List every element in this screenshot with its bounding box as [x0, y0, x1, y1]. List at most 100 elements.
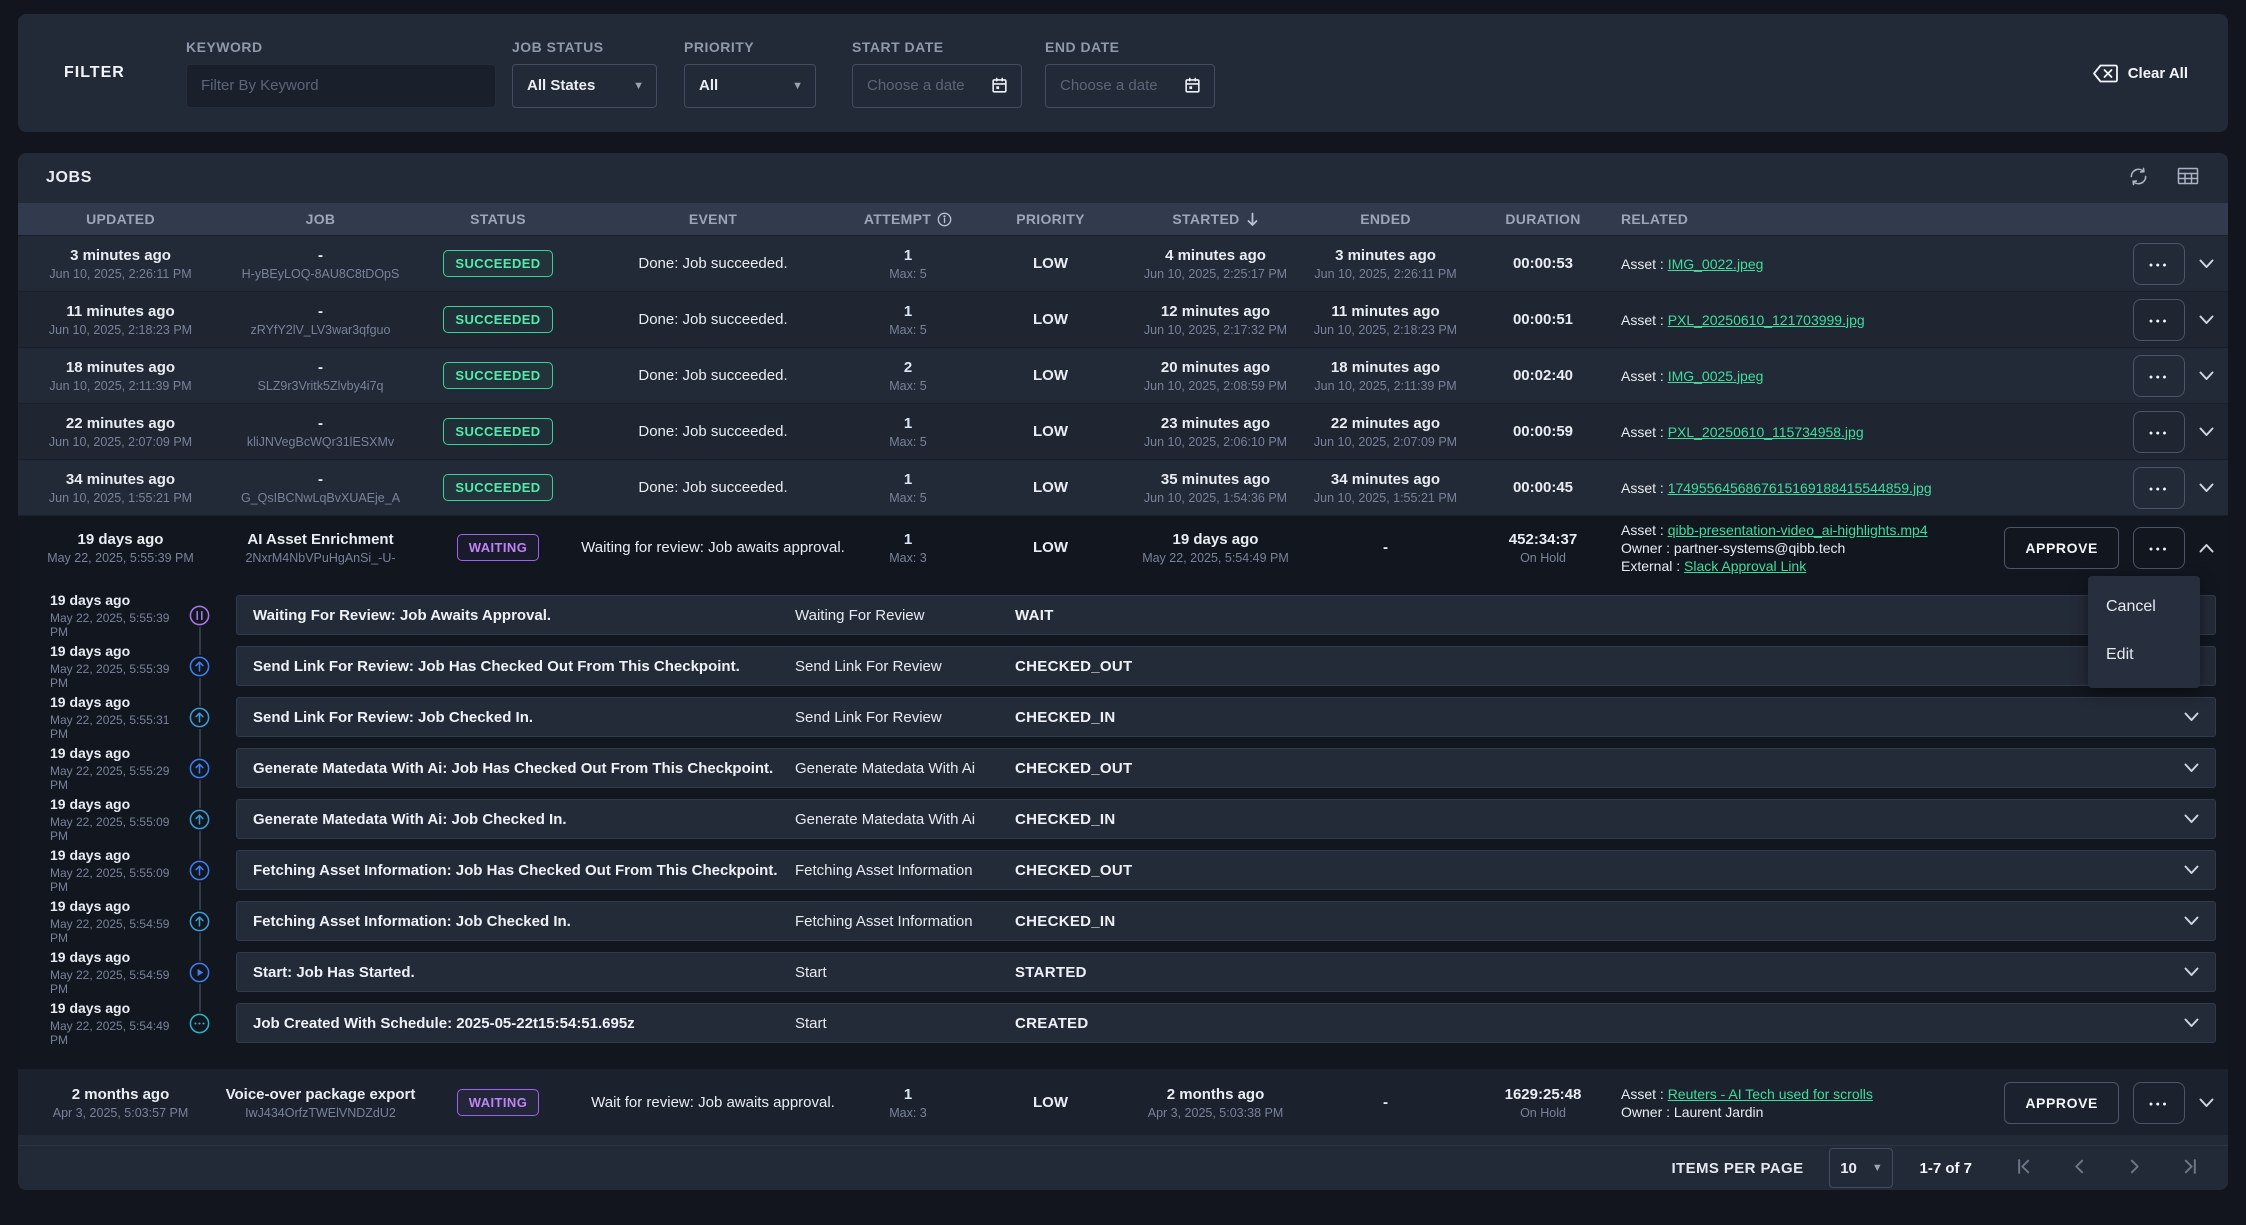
event-time-absolute: May 22, 2025, 5:55:39 PM — [50, 611, 174, 639]
duration-cell: 00:00:45 — [1473, 479, 1613, 496]
ended-cell-secondary: Jun 10, 2025, 2:07:09 PM — [1298, 435, 1473, 449]
event-time-absolute: May 22, 2025, 5:54:49 PM — [50, 1019, 174, 1047]
expand-chevron-icon[interactable] — [2184, 712, 2199, 722]
info-icon[interactable] — [937, 212, 952, 227]
next-page-button[interactable] — [2126, 1158, 2143, 1178]
column-settings-button[interactable] — [2176, 165, 2200, 191]
row-actions: ●●● — [1993, 355, 2228, 397]
expand-chevron-icon[interactable] — [2199, 427, 2214, 437]
job-cell-primary: - — [223, 303, 418, 320]
event-icon-wrap — [174, 859, 224, 882]
play-circle-icon — [188, 961, 211, 984]
job-status-select[interactable]: All States ▼ — [512, 64, 657, 108]
end-date-label: END DATE — [1045, 39, 1215, 55]
event-card[interactable]: Fetching Asset Information: Job Has Chec… — [236, 850, 2216, 890]
expand-chevron-icon[interactable] — [2184, 967, 2199, 977]
event-title: Waiting For Review: Job Awaits Approval. — [253, 607, 795, 624]
last-page-button[interactable] — [2181, 1158, 2198, 1178]
event-card[interactable]: Generate Matedata With Ai: Job Checked I… — [236, 799, 2216, 839]
expand-chevron-icon[interactable] — [2199, 259, 2214, 269]
first-page-button[interactable] — [2016, 1158, 2033, 1178]
row-menu-button[interactable]: ●●● — [2133, 1082, 2185, 1124]
related-link[interactable]: Reuters - AI Tech used for scrolls — [1668, 1086, 1873, 1102]
jobs-table-body: 3 minutes agoJun 10, 2025, 2:26:11 PM-H-… — [18, 235, 2228, 579]
related-link[interactable]: qibb-presentation-video_ai-highlights.mp… — [1668, 522, 1928, 538]
arrow-up-circle-icon — [188, 655, 211, 678]
row-menu-button[interactable]: ●●● — [2133, 299, 2185, 341]
duration-cell-secondary: On Hold — [1473, 551, 1613, 565]
calendar-icon[interactable] — [990, 76, 1009, 95]
ellipsis-icon: ●●● — [2149, 1101, 2169, 1108]
priority-select[interactable]: All ▼ — [684, 64, 816, 108]
related-link[interactable]: IMG_0025.jpeg — [1668, 368, 1764, 384]
expand-chevron-icon[interactable] — [2184, 865, 2199, 875]
event-card[interactable]: Fetching Asset Information: Job Checked … — [236, 901, 2216, 941]
approve-button[interactable]: APPROVE — [2004, 527, 2119, 569]
previous-page-icon — [2071, 1158, 2088, 1178]
row-menu-button[interactable]: ●●● — [2133, 243, 2185, 285]
context-menu-item-edit[interactable]: Edit — [2088, 638, 2200, 672]
expand-chevron-icon[interactable] — [2199, 371, 2214, 381]
event-time-relative: 19 days ago — [50, 745, 174, 761]
updated-cell: 18 minutes agoJun 10, 2025, 2:11:39 PM — [18, 359, 223, 393]
updated-cell-secondary: Jun 10, 2025, 1:55:21 PM — [18, 491, 223, 505]
duration-cell: 00:00:51 — [1473, 311, 1613, 328]
items-per-page-select[interactable]: 10 ▼ — [1829, 1148, 1893, 1188]
related-link[interactable]: IMG_0022.jpeg — [1668, 256, 1764, 272]
column-header-text: STARTED — [1172, 211, 1239, 227]
event-card[interactable]: Waiting For Review: Job Awaits Approval.… — [236, 595, 2216, 635]
column-header-text: UPDATED — [86, 211, 155, 227]
ellipsis-icon: ●●● — [2149, 262, 2169, 269]
event-state: CHECKED_IN — [1015, 811, 2184, 828]
column-header-started[interactable]: STARTED — [1133, 211, 1298, 227]
event-card[interactable]: Send Link For Review: Job Has Checked Ou… — [236, 646, 2216, 686]
keyword-input[interactable] — [186, 64, 496, 108]
event-icon-wrap — [174, 706, 224, 729]
related-link[interactable]: PXL_20250610_121703999.jpg — [1668, 312, 1865, 328]
event-stage: Start — [795, 964, 1015, 981]
clear-all-button[interactable]: Clear All — [2092, 63, 2188, 84]
related-line: Owner : partner-systems@qibb.tech — [1621, 539, 1993, 557]
previous-page-button[interactable] — [2071, 1158, 2088, 1178]
end-date-input[interactable]: Choose a date — [1045, 64, 1215, 108]
event-card[interactable]: Job Created With Schedule: 2025-05-22t15… — [236, 1003, 2216, 1043]
ended-cell: 11 minutes agoJun 10, 2025, 2:18:23 PM — [1298, 303, 1473, 337]
pause-circle-icon — [188, 604, 211, 627]
row-menu-button[interactable]: ●●● — [2133, 527, 2185, 569]
related-link[interactable]: PXL_20250610_115734958.jpg — [1668, 424, 1864, 440]
row-menu-button[interactable]: ●●● — [2133, 411, 2185, 453]
row-actions: APPROVE ●●● — [1993, 1082, 2228, 1124]
started-cell-primary: 35 minutes ago — [1133, 471, 1298, 488]
sort-descending-icon[interactable] — [1246, 212, 1259, 227]
ended-cell-secondary: Jun 10, 2025, 2:11:39 PM — [1298, 379, 1473, 393]
event-card[interactable]: Send Link For Review: Job Checked In.Sen… — [236, 697, 2216, 737]
calendar-icon[interactable] — [1183, 76, 1202, 95]
related-link[interactable]: 1749556456867615169188415544859.jpg — [1668, 480, 1932, 496]
expand-chevron-icon[interactable] — [2184, 814, 2199, 824]
last-page-icon — [2181, 1158, 2198, 1178]
duration-cell: 00:02:40 — [1473, 367, 1613, 384]
expand-chevron-icon[interactable] — [2199, 483, 2214, 493]
row-menu-button[interactable]: ●●● — [2133, 355, 2185, 397]
related-link[interactable]: Slack Approval Link — [1684, 558, 1806, 574]
column-header-label: STATUS — [470, 211, 526, 227]
expand-chevron-icon[interactable] — [2199, 1098, 2214, 1108]
context-menu-item-cancel[interactable]: Cancel — [2088, 590, 2200, 624]
expand-chevron-icon[interactable] — [2184, 1018, 2199, 1028]
event-state: CREATED — [1015, 1015, 2184, 1032]
duration-cell-primary: 452:34:37 — [1473, 531, 1613, 548]
expand-chevron-icon[interactable] — [2184, 916, 2199, 926]
job-status-filter-group: JOB STATUS All States ▼ — [512, 39, 657, 108]
event-card[interactable]: Start: Job Has Started.StartSTARTED — [236, 952, 2216, 992]
expand-chevron-icon[interactable] — [2199, 315, 2214, 325]
approve-button[interactable]: APPROVE — [2004, 1082, 2119, 1124]
row-menu-button[interactable]: ●●● — [2133, 467, 2185, 509]
refresh-button[interactable] — [2127, 165, 2150, 191]
start-date-input[interactable]: Choose a date — [852, 64, 1022, 108]
job-cell-secondary: H-yBEyLOQ-8AU8C8tDOpS — [223, 267, 418, 281]
priority-label: PRIORITY — [684, 39, 816, 55]
ended-cell-secondary: Jun 10, 2025, 2:18:23 PM — [1298, 323, 1473, 337]
event-card[interactable]: Generate Matedata With Ai: Job Has Check… — [236, 748, 2216, 788]
expand-chevron-icon[interactable] — [2184, 763, 2199, 773]
expand-chevron-icon[interactable] — [2199, 543, 2214, 553]
